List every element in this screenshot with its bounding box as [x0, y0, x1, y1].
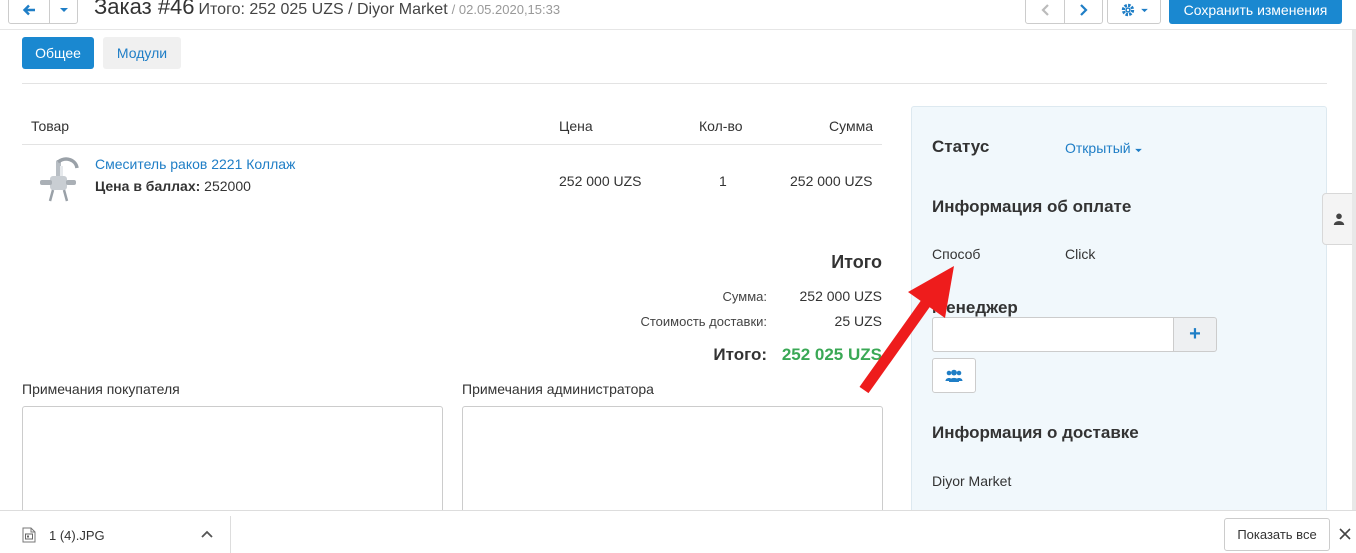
payment-method-value: Click: [1065, 246, 1096, 262]
arrow-left-icon: [22, 4, 35, 16]
column-header-sum: Сумма: [829, 118, 873, 134]
product-price: 252 000 UZS: [559, 173, 642, 189]
red-arrow-annotation: [859, 266, 954, 394]
product-sum: 252 000 UZS: [790, 173, 873, 189]
order-title: Заказ #46: [94, 0, 195, 19]
chevron-right-icon: [1079, 4, 1088, 16]
product-thumbnail: [40, 157, 79, 202]
tabs-divider: [22, 83, 1327, 84]
download-bar-divider: [230, 516, 231, 553]
caret-down-icon: [1135, 148, 1143, 153]
customer-notes-label: Примечания покупателя: [22, 381, 180, 397]
delivery-cost-label: Стоимость доставки:: [640, 314, 767, 329]
next-order-button[interactable]: [1064, 0, 1102, 23]
delivery-info-heading: Информация о доставке: [932, 423, 1139, 442]
back-button-group: [8, 0, 78, 24]
order-date: / 02.05.2020,15:33: [451, 2, 561, 17]
settings-button[interactable]: [1108, 0, 1160, 23]
prev-order-button[interactable]: [1026, 0, 1064, 23]
top-header: Заказ #46 Итого: 252 025 UZS / Diyor Mark…: [0, 0, 1356, 30]
grand-total-label: Итого:: [713, 345, 767, 364]
product-points: Цена в баллах: 252000: [95, 178, 251, 194]
payment-heading: Информация об оплате: [932, 197, 1132, 216]
status-value: Открытый: [1065, 140, 1131, 156]
column-header-price: Цена: [559, 118, 593, 134]
tab-modules[interactable]: Модули: [103, 37, 181, 69]
order-edit-page: Заказ #46 Итого: 252 025 UZS / Diyor Mark…: [0, 0, 1356, 553]
back-dropdown-button[interactable]: [49, 0, 77, 23]
product-name-link[interactable]: Смеситель раков 2221 Коллаж: [95, 156, 295, 172]
table-header-divider: [22, 144, 882, 145]
caret-down-icon: [1140, 8, 1148, 12]
caret-down-icon: [59, 8, 68, 12]
settings-group: [1107, 0, 1161, 24]
admin-notes-label: Примечания администратора: [462, 381, 654, 397]
image-file-icon: [22, 527, 36, 543]
save-changes-button[interactable]: Сохранить изменения: [1169, 0, 1342, 24]
delivery-info-value: Diyor Market: [932, 473, 1012, 489]
customer-notes-textarea[interactable]: [22, 406, 443, 516]
pager-group: [1025, 0, 1103, 24]
points-value: 252000: [200, 178, 251, 194]
add-manager-button[interactable]: +: [1173, 317, 1217, 352]
page-title: Заказ #46 Итого: 252 025 UZS / Diyor Mark…: [94, 0, 560, 20]
user-icon: [1333, 213, 1345, 225]
close-icon[interactable]: [1338, 525, 1352, 543]
points-label: Цена в баллах:: [95, 178, 201, 194]
column-header-qty: Кол-во: [699, 118, 743, 134]
status-dropdown[interactable]: Открытый: [1065, 140, 1143, 156]
show-all-downloads-button[interactable]: Показать все: [1224, 518, 1330, 551]
back-button[interactable]: [9, 0, 49, 23]
downloaded-file-name[interactable]: 1 (4).JPG: [49, 528, 105, 543]
sum-label: Сумма:: [722, 289, 767, 304]
gear-icon: [1121, 3, 1134, 17]
chevron-up-icon[interactable]: [200, 526, 214, 542]
chevron-left-icon: [1041, 4, 1049, 16]
status-heading: Статус: [932, 137, 990, 156]
page-scrollbar[interactable]: [1352, 30, 1356, 510]
customer-side-tab[interactable]: [1322, 193, 1356, 245]
product-qty: 1: [719, 173, 727, 189]
admin-notes-textarea[interactable]: [462, 406, 883, 516]
payment-method-label: Способ: [932, 246, 981, 262]
order-subtitle: Итого: 252 025 UZS / Diyor Market: [198, 1, 448, 18]
tab-general[interactable]: Общее: [22, 37, 94, 69]
manager-input[interactable]: [932, 317, 1174, 352]
column-header-product: Товар: [31, 118, 70, 134]
